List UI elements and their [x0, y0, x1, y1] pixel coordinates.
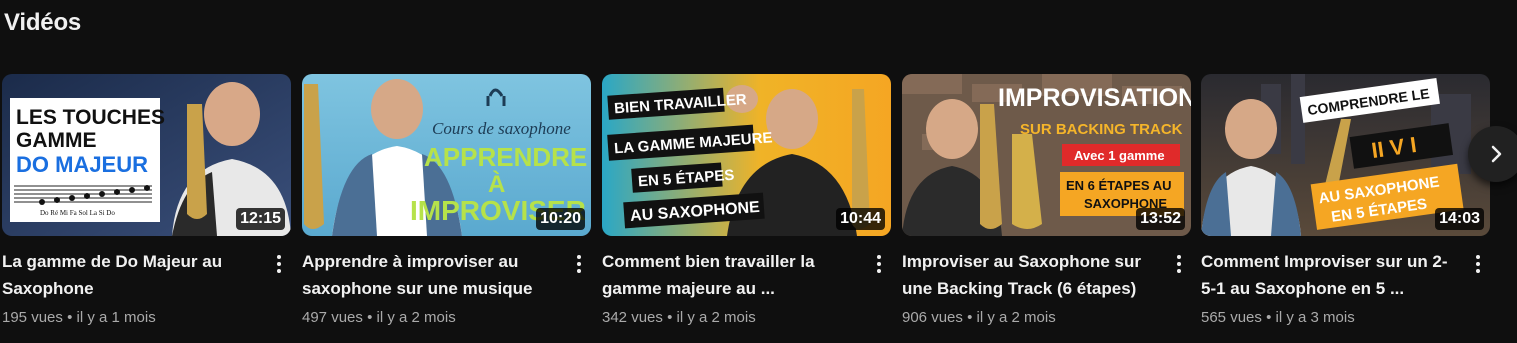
video-title[interactable]: Comment bien travailler la gamme majeure… — [602, 248, 857, 302]
view-count: 342 vues — [602, 309, 663, 326]
video-card[interactable]: IMPROVISATION SUR BACKING TRACK Avec 1 g… — [902, 74, 1191, 336]
svg-text:GAMME: GAMME — [16, 129, 97, 152]
more-vert-icon[interactable] — [1169, 250, 1189, 278]
svg-text:Cours de saxophone: Cours de saxophone — [432, 119, 571, 138]
video-stats: 497 vues • il y a 2 mois — [302, 306, 591, 330]
more-vert-icon[interactable] — [269, 250, 289, 278]
upload-age: il y a 2 mois — [976, 309, 1056, 326]
video-stats: 195 vues • il y a 1 mois — [2, 306, 291, 330]
view-count: 497 vues — [302, 309, 363, 326]
stats-separator: • — [1266, 309, 1272, 326]
more-vert-icon[interactable] — [569, 250, 589, 278]
upload-age: il y a 3 mois — [1275, 309, 1355, 326]
video-thumbnail[interactable]: BIEN TRAVAILLER LA GAMME MAJEURE EN 5 ÉT… — [602, 74, 891, 236]
duration-badge: 10:44 — [836, 208, 885, 230]
video-row: LES TOUCHES GAMME DO MAJEUR Do Ré Mi Fa … — [2, 74, 1517, 343]
duration-badge: 14:03 — [1435, 208, 1484, 230]
upload-age: il y a 1 mois — [76, 309, 156, 326]
svg-text:SUR BACKING TRACK: SUR BACKING TRACK — [1020, 121, 1183, 138]
stats-separator: • — [667, 309, 673, 326]
video-stats: 342 vues • il y a 2 mois — [602, 306, 891, 330]
video-stats: 565 vues • il y a 3 mois — [1201, 306, 1490, 330]
view-count: 565 vues — [1201, 309, 1262, 326]
duration-badge: 13:52 — [1136, 208, 1185, 230]
video-thumbnail[interactable]: COMPRENDRE LE II V I AU SAXOPHONE EN 5 É… — [1201, 74, 1490, 236]
svg-text:EN 6 ÉTAPES AU: EN 6 ÉTAPES AU — [1066, 178, 1171, 193]
duration-badge: 10:20 — [536, 208, 585, 230]
video-title[interactable]: Comment Improviser sur un 2-5-1 au Saxop… — [1201, 248, 1456, 302]
video-card[interactable]: BIEN TRAVAILLER LA GAMME MAJEURE EN 5 ÉT… — [602, 74, 891, 336]
svg-text:Avec 1 gamme: Avec 1 gamme — [1074, 148, 1165, 163]
video-thumbnail[interactable]: Cours de saxophone APPRENDRE À IMPROVISE… — [302, 74, 591, 236]
upload-age: il y a 2 mois — [376, 309, 456, 326]
svg-text:IMPROVISATION: IMPROVISATION — [998, 84, 1191, 112]
stats-separator: • — [967, 309, 973, 326]
stats-separator: • — [367, 309, 373, 326]
svg-text:APPRENDRE: APPRENDRE — [424, 142, 587, 172]
stats-separator: • — [67, 309, 73, 326]
video-thumbnail[interactable]: IMPROVISATION SUR BACKING TRACK Avec 1 g… — [902, 74, 1191, 236]
duration-badge: 12:15 — [236, 208, 285, 230]
svg-text:Do Ré Mi Fa Sol La Si Do: Do Ré Mi Fa Sol La Si Do — [40, 209, 115, 217]
more-vert-icon[interactable] — [1468, 250, 1488, 278]
view-count: 906 vues — [902, 309, 963, 326]
video-stats: 906 vues • il y a 2 mois — [902, 306, 1191, 330]
shelf-title[interactable]: Vidéos — [4, 9, 81, 37]
svg-text:À: À — [488, 170, 505, 198]
view-count: 195 vues — [2, 309, 63, 326]
next-arrow-button[interactable] — [1468, 126, 1517, 182]
chevron-right-icon — [1491, 145, 1502, 163]
video-card[interactable]: COMPRENDRE LE II V I AU SAXOPHONE EN 5 É… — [1201, 74, 1490, 336]
video-title[interactable]: Apprendre à improviser au saxophone sur … — [302, 248, 557, 302]
svg-text:LES TOUCHES: LES TOUCHES — [16, 106, 165, 129]
upload-age: il y a 2 mois — [676, 309, 756, 326]
video-title[interactable]: La gamme de Do Majeur au Saxophone — [2, 248, 257, 302]
more-vert-icon[interactable] — [869, 250, 889, 278]
video-title[interactable]: Improviser au Saxophone sur une Backing … — [902, 248, 1157, 302]
svg-text:DO MAJEUR: DO MAJEUR — [16, 152, 148, 177]
video-card[interactable]: Cours de saxophone APPRENDRE À IMPROVISE… — [302, 74, 591, 336]
video-card[interactable]: LES TOUCHES GAMME DO MAJEUR Do Ré Mi Fa … — [2, 74, 291, 336]
video-thumbnail[interactable]: LES TOUCHES GAMME DO MAJEUR Do Ré Mi Fa … — [2, 74, 291, 236]
